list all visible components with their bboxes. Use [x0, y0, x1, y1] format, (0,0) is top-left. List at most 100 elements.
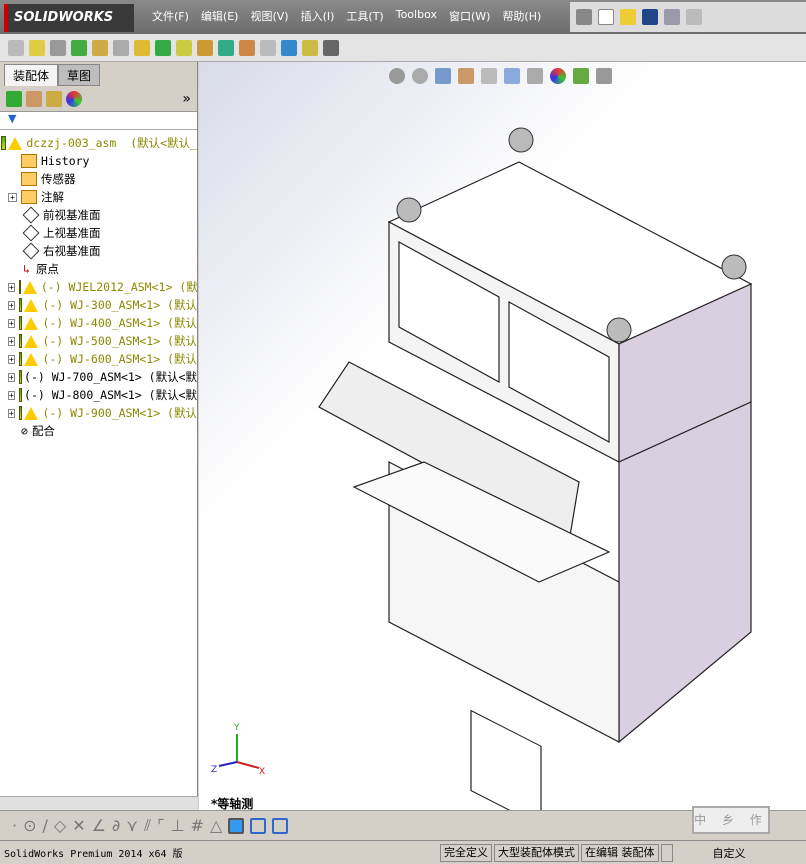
- move-component-icon[interactable]: [113, 39, 129, 56]
- instant3d-icon[interactable]: [323, 39, 339, 56]
- print-icon[interactable]: [664, 9, 680, 25]
- trim-icon[interactable]: ✕: [72, 816, 85, 835]
- expand-button[interactable]: +: [8, 192, 17, 202]
- corner-icon[interactable]: ⌜: [157, 816, 165, 835]
- quick-access-toolbar: [570, 2, 806, 32]
- tab-assembly[interactable]: 装配体: [4, 64, 59, 86]
- tree-component[interactable]: + (-) WJ-400_ASM<1> (默认: [0, 314, 197, 332]
- 3d-view-icon[interactable]: [228, 817, 245, 834]
- history-icon: [21, 154, 37, 168]
- assembly-icon: [18, 280, 21, 294]
- menu-help[interactable]: 帮助(H): [496, 8, 547, 24]
- tree-component[interactable]: + (-) WJ-800_ASM<1> (默认<默: [0, 386, 197, 404]
- plane-icon: [22, 224, 40, 242]
- pin-icon[interactable]: [576, 9, 592, 25]
- tree-item-history[interactable]: History: [0, 152, 197, 170]
- tree-item-top-plane[interactable]: 上视基准面: [0, 224, 197, 242]
- clearance-icon[interactable]: [302, 39, 318, 56]
- menu-tools[interactable]: 工具(T): [340, 8, 389, 24]
- tree-item-right-plane[interactable]: 右视基准面: [0, 242, 197, 260]
- tree-component[interactable]: + (-) WJ-500_ASM<1> (默认: [0, 332, 197, 350]
- title-bar: SOLIDWORKS 文件(F) 编辑(E) 视图(V) 插入(I) 工具(T)…: [0, 0, 806, 34]
- tree-component[interactable]: + (-) WJ-300_ASM<1> (默认: [0, 296, 197, 314]
- single-view-icon[interactable]: [250, 817, 267, 834]
- linear-pattern-icon[interactable]: [71, 39, 87, 56]
- feature-tree: dczzj-003_asm (默认<默认_ History 传感器 + 注解 前视…: [0, 130, 197, 440]
- reference-geometry-icon[interactable]: [176, 39, 192, 56]
- four-view-icon[interactable]: [272, 817, 289, 834]
- explode-line-icon[interactable]: [260, 39, 276, 56]
- dimension-icon[interactable]: ⊥: [171, 816, 185, 835]
- menu-view[interactable]: 视图(V): [244, 8, 294, 24]
- smart-fasteners-icon[interactable]: [92, 39, 108, 56]
- expand-icon[interactable]: »: [182, 91, 191, 107]
- triangle-icon[interactable]: △: [210, 816, 222, 835]
- insert-component-icon[interactable]: [8, 39, 24, 56]
- tree-item-mates[interactable]: ⊘ 配合: [0, 422, 197, 440]
- tree-root[interactable]: dczzj-003_asm (默认<默认_: [0, 134, 197, 152]
- assembly-icon: [0, 136, 7, 150]
- mirror-icon[interactable]: ∂: [112, 816, 120, 835]
- tree-component[interactable]: + (-) WJ-600_ASM<1> (默认: [0, 350, 197, 368]
- interference-icon[interactable]: [281, 39, 297, 56]
- new-motion-study-icon[interactable]: [197, 39, 213, 56]
- tree-item-front-plane[interactable]: 前视基准面: [0, 206, 197, 224]
- tree-item-origin[interactable]: ↳ 原点: [0, 260, 197, 278]
- assembly-icon: [18, 334, 23, 348]
- circle-icon[interactable]: ⊙: [23, 816, 36, 835]
- grid-icon[interactable]: #: [191, 816, 204, 835]
- feature-manager-icon[interactable]: [6, 90, 22, 107]
- tree-item-sensors[interactable]: 传感器: [0, 170, 197, 188]
- sketch-toolbar: · ⊙ / ◇ ✕ ∠ ∂ ⋎ ⫽ ⌜ ⊥ # △: [0, 810, 806, 840]
- assembly-features-icon[interactable]: [155, 39, 171, 56]
- warning-icon: [24, 316, 39, 330]
- plane-icon: [22, 242, 40, 260]
- warning-icon: [22, 280, 37, 294]
- product-name: SolidWorks Premium 2014 x64 版: [4, 849, 183, 860]
- units-custom[interactable]: 自定义: [713, 845, 746, 861]
- horizontal-scrollbar[interactable]: [0, 796, 198, 810]
- polygon-icon[interactable]: ◇: [54, 816, 66, 835]
- tree-component[interactable]: + (-) WJ-700_ASM<1> (默认<默: [0, 368, 197, 386]
- menu-window[interactable]: 窗口(W): [443, 8, 496, 24]
- undo-icon[interactable]: [686, 9, 702, 25]
- show-hidden-icon[interactable]: [134, 39, 150, 56]
- exploded-view-icon[interactable]: [239, 39, 255, 56]
- display-manager-icon[interactable]: [66, 90, 82, 107]
- mate-icon[interactable]: [50, 39, 66, 56]
- mates-icon: ⊘: [21, 424, 28, 438]
- caster-wheel: [721, 254, 747, 280]
- assembly-icon: [18, 406, 23, 420]
- fillet-icon[interactable]: ⋎: [126, 816, 138, 835]
- angle-icon[interactable]: ∠: [92, 816, 106, 835]
- parallel-icon[interactable]: ⫽: [144, 816, 151, 836]
- menu-insert[interactable]: 插入(I): [295, 8, 341, 24]
- triad-z-axis: [218, 761, 238, 767]
- point-icon[interactable]: ·: [12, 816, 17, 835]
- warning-icon: [24, 334, 39, 348]
- sensor-icon: [21, 172, 37, 186]
- property-manager-icon[interactable]: [26, 90, 42, 107]
- graphics-area[interactable]: Y X Z *等轴测: [199, 62, 806, 811]
- bill-of-materials-icon[interactable]: [218, 39, 234, 56]
- save-icon[interactable]: [642, 9, 658, 25]
- tab-sketch[interactable]: 草图: [58, 64, 101, 86]
- warning-icon: [24, 406, 39, 420]
- panel-toolbar: »: [0, 86, 197, 112]
- tree-item-annotations[interactable]: + 注解: [0, 188, 197, 206]
- configuration-manager-icon[interactable]: [46, 90, 62, 107]
- tree-component[interactable]: + (-) WJEL2012_ASM<1> (默: [0, 278, 197, 296]
- new-part-icon[interactable]: [29, 39, 45, 56]
- new-document-icon[interactable]: [598, 9, 614, 25]
- status-fully-defined: 完全定义: [440, 843, 492, 862]
- triad-x-axis: [236, 761, 260, 769]
- menu-toolbox[interactable]: Toolbox: [390, 8, 443, 24]
- menu-bar: 文件(F) 编辑(E) 视图(V) 插入(I) 工具(T) Toolbox 窗口…: [146, 8, 547, 24]
- caster-wheel: [396, 197, 422, 223]
- open-icon[interactable]: [620, 9, 636, 25]
- menu-file[interactable]: 文件(F): [146, 8, 195, 24]
- tree-component[interactable]: + (-) WJ-900_ASM<1> (默认: [0, 404, 197, 422]
- line-icon[interactable]: /: [43, 816, 48, 835]
- menu-edit[interactable]: 编辑(E): [195, 8, 245, 24]
- filter-icon[interactable]: ▼: [0, 112, 197, 130]
